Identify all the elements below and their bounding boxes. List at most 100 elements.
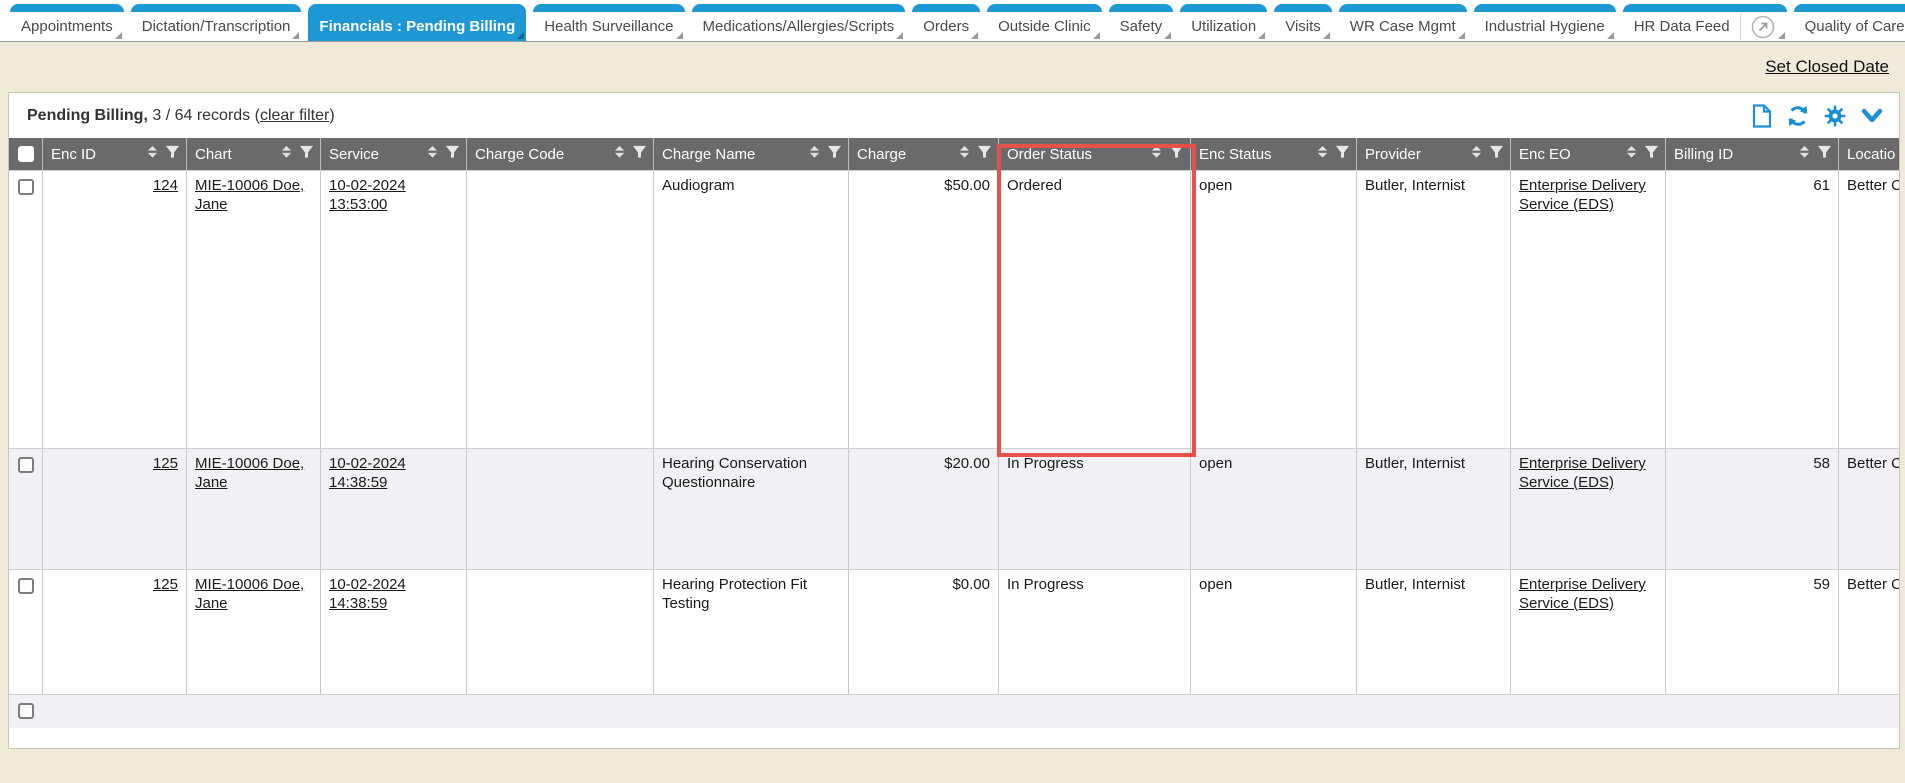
new-document-icon[interactable]: [1751, 104, 1773, 128]
tab-wr-case-mgmt[interactable]: WR Case Mgmt: [1339, 4, 1467, 41]
tab-fold-icon: [896, 32, 903, 39]
column-label: Charge: [857, 146, 952, 163]
external-link-icon[interactable]: [1750, 14, 1776, 40]
filter-funnel-icon[interactable]: [1169, 145, 1184, 163]
tab-outside-clinic[interactable]: Outside Clinic: [987, 4, 1102, 41]
row-checkbox[interactable]: [18, 703, 34, 719]
chevron-down-icon[interactable]: [1860, 106, 1884, 126]
tab-visits[interactable]: Visits: [1274, 4, 1332, 41]
tab-dictation-transcription[interactable]: Dictation/Transcription: [131, 4, 302, 41]
cell-link-enc_id[interactable]: 124: [153, 177, 178, 194]
cell-link-enc_id[interactable]: 125: [153, 455, 178, 472]
refresh-icon[interactable]: [1786, 104, 1810, 128]
cell-link-service[interactable]: 10-02-2024 14:38:59: [329, 455, 406, 491]
sort-icon[interactable]: [280, 145, 293, 163]
clear-filter-link[interactable]: clear filter: [260, 107, 329, 124]
tab-label: Medications/Allergies/Scripts: [703, 18, 895, 35]
cell-link-service[interactable]: 10-02-2024 13:53:00: [329, 177, 406, 213]
column-header-enc_eo: Enc EO: [1511, 138, 1666, 170]
tab-medications-allergies-scripts[interactable]: Medications/Allergies/Scripts: [692, 4, 906, 41]
gear-icon[interactable]: [1823, 104, 1847, 128]
tab-appointments[interactable]: Appointments: [10, 4, 124, 41]
tab-hr-data-feed[interactable]: HR Data Feed: [1623, 4, 1787, 41]
cell-provider: Butler, Internist: [1357, 449, 1511, 569]
set-closed-date-link[interactable]: Set Closed Date: [1765, 57, 1889, 77]
cell-link-chart[interactable]: MIE-10006 Doe, Jane: [195, 455, 304, 491]
tab-financials-pending-billing[interactable]: Financials : Pending Billing: [308, 4, 526, 41]
column-label: Chart: [195, 146, 274, 163]
filter-funnel-icon[interactable]: [445, 145, 460, 163]
sort-icon[interactable]: [1470, 145, 1483, 163]
column-header-location: Locatio: [1839, 138, 1900, 170]
tab-label: Dictation/Transcription: [142, 18, 291, 35]
sort-icon[interactable]: [613, 145, 626, 163]
row-checkbox[interactable]: [18, 457, 34, 473]
cell-enc_status: open: [1191, 449, 1357, 569]
cell-location: Better Cor: [1839, 570, 1900, 694]
sort-icon[interactable]: [1316, 145, 1329, 163]
pending-billing-table: Enc IDChartServiceCharge CodeCharge Name…: [9, 138, 1900, 728]
cell-link-chart[interactable]: MIE-10006 Doe, Jane: [195, 177, 304, 213]
cell-link-chart[interactable]: MIE-10006 Doe, Jane: [195, 576, 304, 612]
column-header-charge_name: Charge Name: [654, 138, 849, 170]
cell-order_status: In Progress: [999, 570, 1191, 694]
filter-funnel-icon[interactable]: [299, 145, 314, 163]
cell-link-enc_eo[interactable]: Enterprise Delivery Service (EDS): [1519, 455, 1646, 491]
tab-fold-icon: [1258, 32, 1265, 39]
sort-icon[interactable]: [958, 145, 971, 163]
tab-fold-icon: [1607, 32, 1614, 39]
sort-icon[interactable]: [1798, 145, 1811, 163]
cell-link-enc_eo[interactable]: Enterprise Delivery Service (EDS): [1519, 576, 1646, 612]
cell-charge_code: [467, 449, 654, 569]
filter-funnel-icon[interactable]: [165, 145, 180, 163]
panel-toolbar: [1751, 104, 1884, 128]
tab-fold-icon: [1778, 32, 1785, 39]
column-label: Enc EO: [1519, 146, 1619, 163]
filter-funnel-icon[interactable]: [977, 145, 992, 163]
tab-industrial-hygiene[interactable]: Industrial Hygiene: [1474, 4, 1616, 41]
sort-icon[interactable]: [146, 145, 159, 163]
column-label: Enc ID: [51, 146, 140, 163]
select-all-checkbox[interactable]: [18, 146, 34, 162]
row-checkbox[interactable]: [18, 179, 34, 195]
filter-funnel-icon[interactable]: [1489, 145, 1504, 163]
filter-funnel-icon[interactable]: [632, 145, 647, 163]
filter-funnel-icon[interactable]: [1644, 145, 1659, 163]
tab-label: HR Data Feed: [1634, 18, 1730, 35]
tab-fold-icon: [1323, 32, 1330, 39]
cell-order_status: In Progress: [999, 449, 1191, 569]
tab-label: Industrial Hygiene: [1485, 18, 1605, 35]
filter-funnel-icon[interactable]: [1335, 145, 1350, 163]
cell-enc_id: 125: [43, 570, 187, 694]
tab-orders[interactable]: Orders: [912, 4, 980, 41]
table-row: 125 MIE-10006 Doe, Jane 10-02-2024 14:38:5…: [9, 448, 1900, 569]
filter-funnel-icon[interactable]: [1817, 145, 1832, 163]
tab-fold-icon: [1093, 32, 1100, 39]
tab-quality-of-care[interactable]: Quality of Care: [1794, 4, 1905, 41]
column-header-service: Service: [321, 138, 467, 170]
tab-label: Safety: [1120, 18, 1163, 35]
column-label: Charge Name: [662, 146, 802, 163]
sort-icon[interactable]: [1625, 145, 1638, 163]
column-label: Order Status: [1007, 146, 1144, 163]
tab-health-surveillance[interactable]: Health Surveillance: [533, 4, 684, 41]
tab-label: WR Case Mgmt: [1350, 18, 1456, 35]
column-label: Billing ID: [1674, 146, 1792, 163]
tab-safety[interactable]: Safety: [1109, 4, 1174, 41]
tab-utilization[interactable]: Utilization: [1180, 4, 1267, 41]
column-header-charge: Charge: [849, 138, 999, 170]
sort-icon[interactable]: [1150, 145, 1163, 163]
cell-charge: $50.00: [849, 171, 999, 448]
row-checkbox[interactable]: [18, 578, 34, 594]
sort-icon[interactable]: [426, 145, 439, 163]
tab-fold-icon: [292, 32, 299, 39]
cell-charge_name: Audiogram: [654, 171, 849, 448]
cell-link-enc_id[interactable]: 125: [153, 576, 178, 593]
sort-icon[interactable]: [808, 145, 821, 163]
tab-label: Health Surveillance: [544, 18, 673, 35]
filter-funnel-icon[interactable]: [827, 145, 842, 163]
cell-charge_name: Hearing Conservation Questionnaire: [654, 449, 849, 569]
cell-link-service[interactable]: 10-02-2024 14:38:59: [329, 576, 406, 612]
cell-link-enc_eo[interactable]: Enterprise Delivery Service (EDS): [1519, 177, 1646, 213]
cell-enc_status: open: [1191, 570, 1357, 694]
